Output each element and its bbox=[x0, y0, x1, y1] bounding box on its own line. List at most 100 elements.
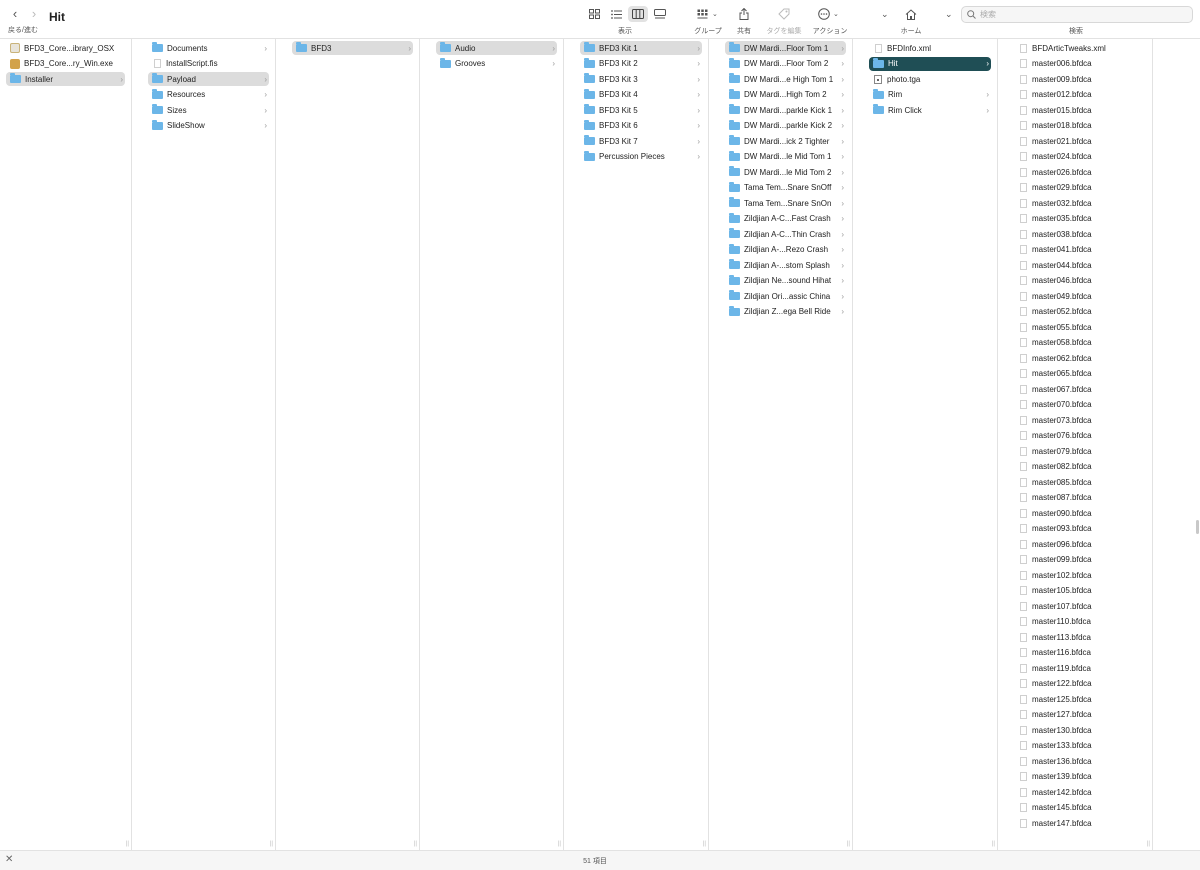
file-item[interactable]: master062.bfdca bbox=[1014, 351, 1146, 365]
folder-item[interactable]: Percussion Pieces › bbox=[580, 150, 702, 164]
action-button[interactable]: ⌄ bbox=[818, 5, 839, 23]
folder-item[interactable]: BFD3 › bbox=[292, 41, 413, 55]
folder-item[interactable]: DW Mardi...ick 2 Tighter › bbox=[725, 134, 846, 148]
file-item[interactable]: master067.bfdca bbox=[1014, 382, 1146, 396]
file-item[interactable]: master024.bfdca bbox=[1014, 150, 1146, 164]
share-button[interactable] bbox=[739, 5, 749, 23]
column-resize-handle[interactable]: || bbox=[703, 841, 706, 847]
home-chevron-button[interactable]: ⌄ bbox=[944, 5, 953, 23]
file-item[interactable]: master029.bfdca bbox=[1014, 181, 1146, 195]
folder-item[interactable]: DW Mardi...le Mid Tom 1 › bbox=[725, 150, 846, 164]
folder-item[interactable]: Audio › bbox=[436, 41, 557, 55]
column-resize-handle[interactable]: || bbox=[847, 841, 850, 847]
search-input[interactable] bbox=[980, 10, 1180, 19]
file-item[interactable]: master032.bfdca bbox=[1014, 196, 1146, 210]
folder-item[interactable]: Sizes › bbox=[148, 103, 269, 117]
file-item[interactable]: master136.bfdca bbox=[1014, 754, 1146, 768]
file-item[interactable]: BFDArticTweaks.xml bbox=[1014, 41, 1146, 55]
column-resize-handle[interactable]: || bbox=[414, 841, 417, 847]
folder-item[interactable]: DW Mardi...High Tom 2 › bbox=[725, 88, 846, 102]
file-item[interactable]: master090.bfdca bbox=[1014, 506, 1146, 520]
file-item[interactable]: master093.bfdca bbox=[1014, 522, 1146, 536]
folder-item[interactable]: DW Mardi...Floor Tom 1 › bbox=[725, 41, 846, 55]
folder-item[interactable]: Zildjian Z...ega Bell Ride › bbox=[725, 305, 846, 319]
folder-item[interactable]: Zildjian Ne...sound Hihat › bbox=[725, 274, 846, 288]
file-item[interactable]: master055.bfdca bbox=[1014, 320, 1146, 334]
file-item[interactable]: BFD3_Core...ry_Win.exe bbox=[6, 57, 125, 71]
folder-item[interactable]: BFD3 Kit 6 › bbox=[580, 119, 702, 133]
folder-item[interactable]: Zildjian A-C...Thin Crash › bbox=[725, 227, 846, 241]
folder-item[interactable]: BFD3 Kit 7 › bbox=[580, 134, 702, 148]
file-item[interactable]: master046.bfdca bbox=[1014, 274, 1146, 288]
overflow-chevron-button[interactable]: ⌄ bbox=[880, 5, 889, 23]
group-button[interactable]: ⌄ bbox=[697, 5, 718, 23]
folder-item[interactable]: Tama Tem...Snare SnOff › bbox=[725, 181, 846, 195]
file-item[interactable]: master035.bfdca bbox=[1014, 212, 1146, 226]
folder-item[interactable]: Rim Click › bbox=[869, 103, 991, 117]
file-item[interactable]: master015.bfdca bbox=[1014, 103, 1146, 117]
column-resize-handle[interactable]: || bbox=[270, 841, 273, 847]
folder-item[interactable]: Documents › bbox=[148, 41, 269, 55]
file-item[interactable]: master006.bfdca bbox=[1014, 57, 1146, 71]
file-item[interactable]: master130.bfdca bbox=[1014, 723, 1146, 737]
folder-item[interactable]: DW Mardi...Floor Tom 2 › bbox=[725, 57, 846, 71]
back-button[interactable]: ‹ bbox=[8, 6, 22, 22]
folder-item[interactable]: SlideShow › bbox=[148, 119, 269, 133]
file-item[interactable]: master026.bfdca bbox=[1014, 165, 1146, 179]
file-item[interactable]: master107.bfdca bbox=[1014, 599, 1146, 613]
file-item[interactable]: master052.bfdca bbox=[1014, 305, 1146, 319]
file-item[interactable]: master110.bfdca bbox=[1014, 615, 1146, 629]
file-item[interactable]: master065.bfdca bbox=[1014, 367, 1146, 381]
search-field[interactable] bbox=[961, 6, 1193, 23]
column-resize-handle[interactable]: || bbox=[126, 841, 129, 847]
folder-item[interactable]: BFD3 Kit 1 › bbox=[580, 41, 702, 55]
file-item[interactable]: master122.bfdca bbox=[1014, 677, 1146, 691]
folder-item[interactable]: Zildjian A-C...Fast Crash › bbox=[725, 212, 846, 226]
file-item[interactable]: InstallScript.fis bbox=[148, 57, 269, 71]
folder-item[interactable]: Zildjian A-...Rezo Crash › bbox=[725, 243, 846, 257]
column-resize-handle[interactable]: || bbox=[992, 841, 995, 847]
column-view-button[interactable] bbox=[628, 6, 648, 22]
file-item[interactable]: master099.bfdca bbox=[1014, 553, 1146, 567]
file-item[interactable]: master125.bfdca bbox=[1014, 692, 1146, 706]
file-item[interactable]: master119.bfdca bbox=[1014, 661, 1146, 675]
folder-item[interactable]: BFD3 Kit 3 › bbox=[580, 72, 702, 86]
file-item[interactable]: master133.bfdca bbox=[1014, 739, 1146, 753]
file-item[interactable]: master012.bfdca bbox=[1014, 88, 1146, 102]
folder-item[interactable]: DW Mardi...parkle Kick 2 › bbox=[725, 119, 846, 133]
folder-item[interactable]: Resources › bbox=[148, 88, 269, 102]
file-item[interactable]: master082.bfdca bbox=[1014, 460, 1146, 474]
file-item[interactable]: master079.bfdca bbox=[1014, 444, 1146, 458]
file-item[interactable]: master038.bfdca bbox=[1014, 227, 1146, 241]
file-item[interactable]: master096.bfdca bbox=[1014, 537, 1146, 551]
home-button[interactable] bbox=[905, 5, 917, 23]
file-item[interactable]: master102.bfdca bbox=[1014, 568, 1146, 582]
file-item[interactable]: photo.tga bbox=[869, 72, 991, 86]
file-item[interactable]: master070.bfdca bbox=[1014, 398, 1146, 412]
folder-item[interactable]: BFD3 Kit 5 › bbox=[580, 103, 702, 117]
icon-view-button[interactable] bbox=[584, 6, 604, 22]
file-item[interactable]: master058.bfdca bbox=[1014, 336, 1146, 350]
file-item[interactable]: master018.bfdca bbox=[1014, 119, 1146, 133]
file-item[interactable]: master145.bfdca bbox=[1014, 801, 1146, 815]
gallery-view-button[interactable] bbox=[650, 6, 670, 22]
file-item[interactable]: master041.bfdca bbox=[1014, 243, 1146, 257]
folder-item[interactable]: Tama Tem...Snare SnOn › bbox=[725, 196, 846, 210]
file-item[interactable]: master142.bfdca bbox=[1014, 785, 1146, 799]
list-view-button[interactable] bbox=[606, 6, 626, 22]
file-item[interactable]: master073.bfdca bbox=[1014, 413, 1146, 427]
folder-item[interactable]: Grooves › bbox=[436, 57, 557, 71]
file-item[interactable]: master139.bfdca bbox=[1014, 770, 1146, 784]
folder-item[interactable]: DW Mardi...e High Tom 1 › bbox=[725, 72, 846, 86]
file-item[interactable]: master147.bfdca bbox=[1014, 816, 1146, 830]
folder-item[interactable]: Payload › bbox=[148, 72, 269, 86]
file-item[interactable]: master116.bfdca bbox=[1014, 646, 1146, 660]
file-item[interactable]: master044.bfdca bbox=[1014, 258, 1146, 272]
folder-item[interactable]: DW Mardi...parkle Kick 1 › bbox=[725, 103, 846, 117]
folder-item[interactable]: Installer › bbox=[6, 72, 125, 86]
folder-item[interactable]: Zildjian A-...stom Splash › bbox=[725, 258, 846, 272]
file-item[interactable]: master076.bfdca bbox=[1014, 429, 1146, 443]
file-item[interactable]: master021.bfdca bbox=[1014, 134, 1146, 148]
forward-button[interactable]: › bbox=[27, 6, 41, 22]
folder-item[interactable]: BFD3 Kit 2 › bbox=[580, 57, 702, 71]
